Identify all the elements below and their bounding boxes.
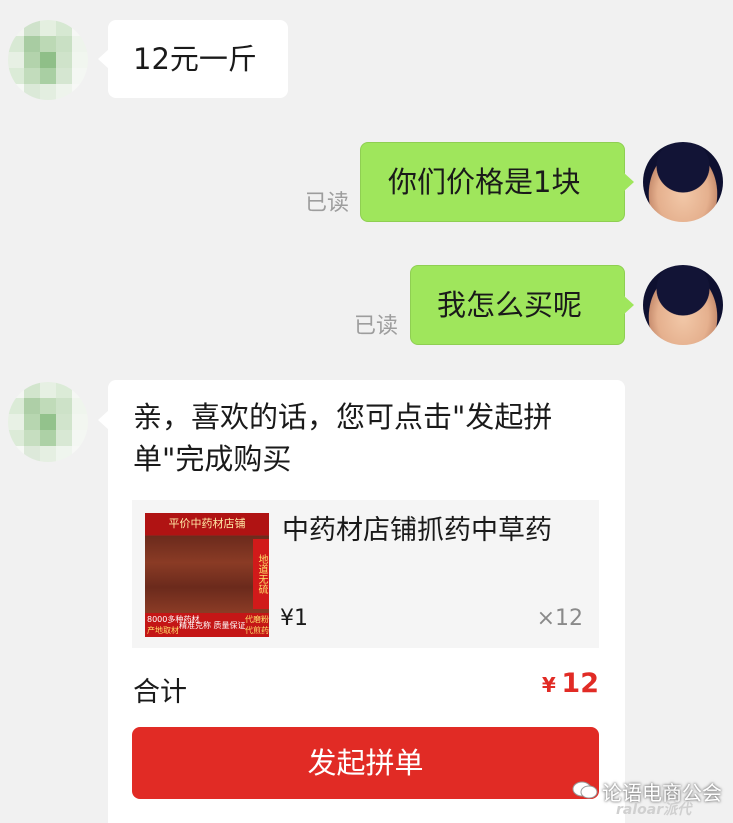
product-title: 中药材店铺抓药中草药 — [282, 515, 552, 546]
contact-avatar[interactable] — [8, 382, 88, 462]
user-avatar[interactable] — [643, 265, 723, 345]
thumbnail-band-text: 精准克称 质量保证 — [179, 621, 246, 630]
start-group-order-button[interactable]: 发起拼单 — [132, 727, 599, 799]
read-receipt: 已读 — [354, 314, 399, 339]
outgoing-message-bubble[interactable]: 我怎么买呢 — [410, 265, 634, 345]
total-value: 12 — [561, 668, 599, 699]
product-thumbnail: 平价中药材店铺 地道无硫 8000多种药材 产地取材 精准克称 质量保证 代磨粉… — [145, 513, 269, 637]
thumbnail-band-text: 产地取材 — [147, 626, 179, 635]
thumbnail-banner: 平价中药材店铺 — [145, 513, 269, 535]
user-avatar[interactable] — [643, 142, 723, 222]
message-text: 你们价格是1块 — [388, 165, 581, 199]
outgoing-message-bubble[interactable]: 你们价格是1块 — [360, 142, 634, 222]
thumbnail-band: 8000多种药材 产地取材 精准克称 质量保证 代磨粉 代煎药 — [145, 613, 269, 637]
thumbnail-band-text: 代磨粉 — [245, 615, 269, 624]
total-amount: ¥ 12 — [542, 668, 599, 699]
contact-avatar[interactable] — [8, 20, 88, 100]
incoming-message-bubble[interactable]: 12元一斤 — [98, 20, 288, 98]
product-card[interactable]: 平价中药材店铺 地道无硫 8000多种药材 产地取材 精准克称 质量保证 代磨粉… — [132, 500, 599, 648]
order-card-bubble: 亲，喜欢的话，您可点击"发起拼单"完成购买 平价中药材店铺 地道无硫 8000多… — [98, 380, 625, 823]
total-label: 合计 — [133, 677, 187, 708]
currency-symbol: ¥ — [541, 673, 556, 697]
message-text: 亲，喜欢的话，您可点击"发起拼单"完成购买 — [133, 400, 553, 476]
wechat-icon — [572, 781, 598, 799]
message-text: 我怎么买呢 — [437, 288, 583, 322]
product-quantity: ×12 — [536, 606, 583, 631]
thumbnail-side-label: 地道无硫 — [253, 539, 269, 609]
thumbnail-band-text: 代煎药 — [245, 626, 269, 635]
read-receipt: 已读 — [305, 191, 350, 216]
message-text: 12元一斤 — [133, 42, 257, 76]
product-price: ¥1 — [280, 606, 308, 631]
watermark: 论语电商公会 raloar派代 — [572, 775, 732, 819]
watermark-subtext: raloar派代 — [616, 802, 692, 818]
